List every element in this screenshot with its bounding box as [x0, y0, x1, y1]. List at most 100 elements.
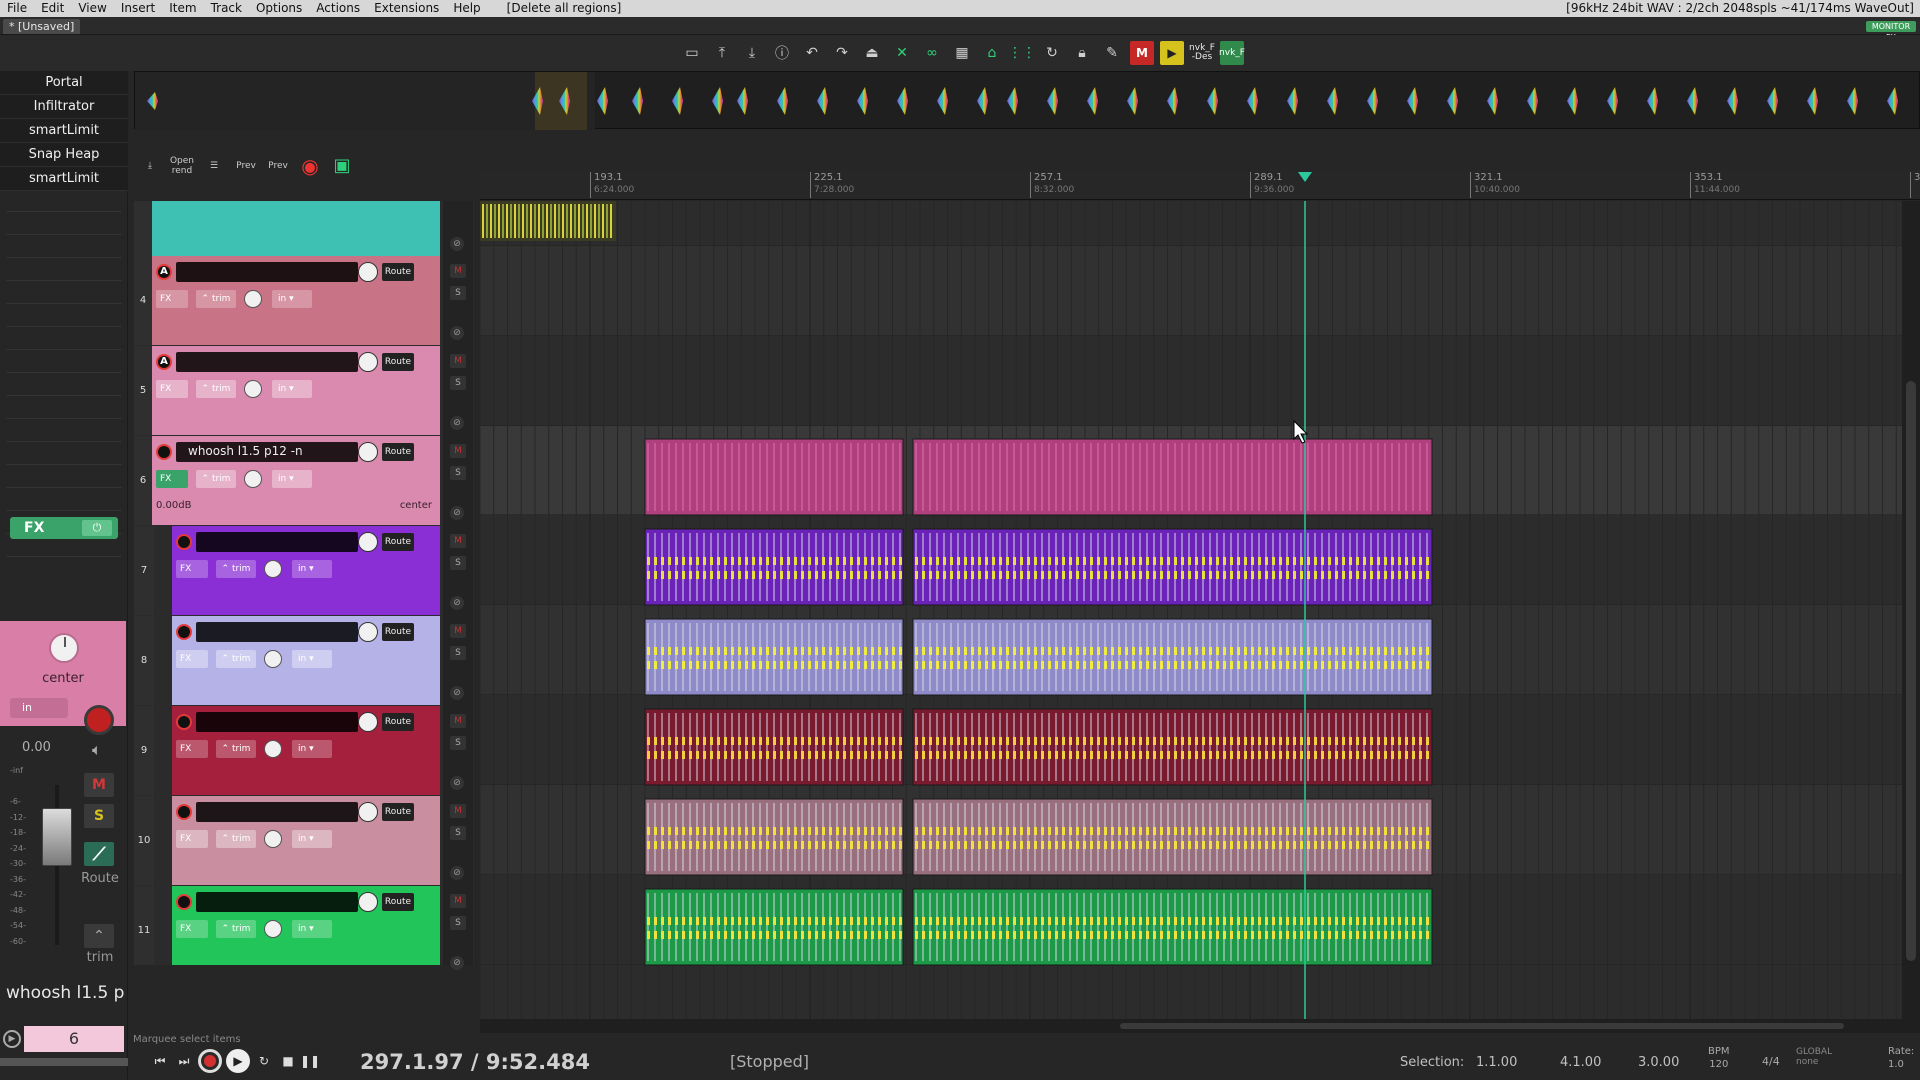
trim-button[interactable]: ⌃ trim — [216, 650, 256, 668]
track-body[interactable]: Route FX ⌃ trim in ▾ — [172, 796, 440, 885]
hscroll-thumb[interactable] — [1120, 1023, 1844, 1029]
track-env-icon[interactable]: ⊘ — [450, 686, 464, 700]
track-mute-button[interactable]: M — [450, 894, 466, 908]
track-volume-knob[interactable] — [358, 892, 378, 912]
record-arm-icon[interactable] — [176, 624, 192, 640]
route-button[interactable]: Route — [382, 623, 414, 641]
render-queue-icon[interactable]: ☰ — [201, 153, 227, 179]
menu-file[interactable]: File — [0, 0, 34, 17]
fx-item-infiltrator[interactable]: Infiltrator — [0, 95, 128, 119]
track-solo-button[interactable]: S — [450, 646, 466, 660]
track-body[interactable]: Route FX ⌃ trim in ▾ — [172, 616, 440, 705]
track-header[interactable] — [134, 201, 474, 256]
track-pan-knob[interactable] — [244, 470, 262, 488]
track-volume-knob[interactable] — [358, 802, 378, 822]
track-name-field[interactable] — [176, 352, 358, 372]
record-arm-icon[interactable] — [176, 534, 192, 550]
menu-help[interactable]: Help — [446, 0, 487, 17]
preview-button-2[interactable]: Prev — [265, 153, 291, 179]
trim-button[interactable]: ⌃ trim — [216, 560, 256, 578]
track-name-field[interactable] — [196, 892, 358, 912]
selection-end[interactable]: 4.1.00 — [1560, 1055, 1601, 1070]
menu-extensions[interactable]: Extensions — [367, 0, 446, 17]
menu-edit[interactable]: Edit — [34, 0, 71, 17]
track-pan-knob[interactable] — [244, 290, 262, 308]
selection-length[interactable]: 3.0.00 — [1638, 1055, 1679, 1070]
download-icon[interactable]: ⤓ — [137, 153, 163, 179]
monitor-fx-button[interactable]: MONITOR FX — [1866, 21, 1916, 42]
fx-bypass-icon[interactable]: ⏻ — [82, 520, 112, 536]
track-pan-knob[interactable] — [264, 560, 282, 578]
go-end-icon[interactable]: ⏭ — [172, 1049, 196, 1073]
track-mute-button[interactable]: M — [450, 444, 466, 458]
input-select[interactable]: in ▾ — [292, 650, 332, 668]
global-automation[interactable]: GLOBAL none — [1796, 1047, 1832, 1067]
fx-button[interactable]: FX — [176, 560, 208, 578]
input-select[interactable]: in ▾ — [272, 380, 312, 398]
track-solo-button[interactable]: S — [450, 916, 466, 930]
fx-item-smartlimit-2[interactable]: smartLimit — [0, 167, 128, 191]
track-header[interactable]: 9 Route FX ⌃ trim in ▾ — [134, 706, 474, 795]
track-solo-button[interactable]: S — [450, 556, 466, 570]
track-mute-button[interactable]: M — [450, 714, 466, 728]
play-button[interactable]: ▶ — [226, 1049, 250, 1073]
track-solo-button[interactable]: S — [450, 466, 466, 480]
route-button[interactable]: Route — [382, 443, 414, 461]
input-select[interactable]: in ▾ — [292, 920, 332, 938]
fx-button[interactable]: FX — [156, 380, 188, 398]
mixer-volume-fader[interactable] — [42, 808, 72, 866]
track-solo-button[interactable]: S — [450, 376, 466, 390]
preview-button-1[interactable]: Prev — [233, 153, 259, 179]
track-pan-knob[interactable] — [264, 920, 282, 938]
timeline-ruler[interactable]: 193.1 6:24.000 225.1 7:28.000 257.1 8:32.00… — [480, 170, 1920, 200]
speaker-icon[interactable]: 🔈︎ — [92, 740, 102, 760]
track-env-icon[interactable]: ⊘ — [450, 956, 464, 970]
trim-button[interactable]: ⌃ trim — [216, 740, 256, 758]
save-icon[interactable]: ⤒ — [710, 41, 734, 65]
input-select[interactable]: in ▾ — [292, 560, 332, 578]
route-button[interactable]: Route — [382, 893, 414, 911]
audio-status[interactable]: [96kHz 24bit WAV : 2/2ch 2048spls ~41/17… — [1566, 0, 1914, 17]
track-header[interactable]: 10 Route FX ⌃ trim in ▾ — [134, 796, 474, 885]
draw-icon[interactable]: ✎ — [1100, 41, 1124, 65]
track-name-field[interactable] — [196, 802, 358, 822]
track-body[interactable]: Route FX ⌃ trim in ▾ — [172, 706, 440, 795]
script-icon[interactable]: ▶ — [1160, 41, 1184, 65]
track-name-field[interactable] — [196, 622, 358, 642]
pause-icon[interactable]: ❚❚ — [298, 1049, 322, 1073]
lock-icon[interactable]: 🔒︎ — [1070, 41, 1094, 65]
bpm-display[interactable]: BPM 120 — [1708, 1045, 1730, 1071]
snap-icon[interactable]: ⌂ — [980, 41, 1004, 65]
link-icon[interactable]: ∞ — [920, 41, 944, 65]
track-header[interactable]: 4 A Route FX ⌃ trim in ▾ — [134, 256, 474, 345]
track-header[interactable]: 8 Route FX ⌃ trim in ▾ — [134, 616, 474, 705]
track-pan-knob[interactable] — [264, 830, 282, 848]
track-solo-button[interactable]: S — [450, 286, 466, 300]
stop-icon[interactable]: ■ — [276, 1049, 300, 1073]
track-volume-knob[interactable] — [358, 352, 378, 372]
track-body[interactable]: Route FX ⌃ trim in ▾ — [172, 886, 440, 965]
fx-button[interactable]: FX — [156, 470, 188, 488]
fx-button[interactable]: FX — [176, 830, 208, 848]
new-project-icon[interactable]: ▭ — [680, 41, 704, 65]
track-name-field[interactable] — [196, 712, 358, 732]
transport-position[interactable]: 297.1.97 / 9:52.484 — [360, 1050, 590, 1074]
track-body[interactable] — [152, 201, 440, 256]
track-name-field[interactable] — [196, 532, 358, 552]
fx-button[interactable]: FX — [176, 920, 208, 938]
record-icon[interactable]: ◉ — [297, 153, 323, 179]
info-icon[interactable]: ⓘ — [770, 41, 794, 65]
menu-actions[interactable]: Actions — [309, 0, 367, 17]
route-button[interactable]: Route — [382, 263, 414, 281]
input-select[interactable]: in ▾ — [292, 740, 332, 758]
undo-icon[interactable]: ↶ — [800, 41, 824, 65]
record-arm-icon[interactable] — [176, 714, 192, 730]
menu-options[interactable]: Options — [249, 0, 309, 17]
track-solo-button[interactable]: S — [450, 826, 466, 840]
grid-icon[interactable]: ▦ — [950, 41, 974, 65]
track-header[interactable]: 11 Route FX ⌃ trim in ▾ — [134, 886, 474, 965]
metronome-icon[interactable]: ⏏ — [860, 41, 884, 65]
grid-lines-icon[interactable]: ⋮⋮ — [1008, 41, 1036, 65]
record-button[interactable] — [198, 1049, 222, 1073]
ripple-icon[interactable]: ✕ — [890, 41, 914, 65]
